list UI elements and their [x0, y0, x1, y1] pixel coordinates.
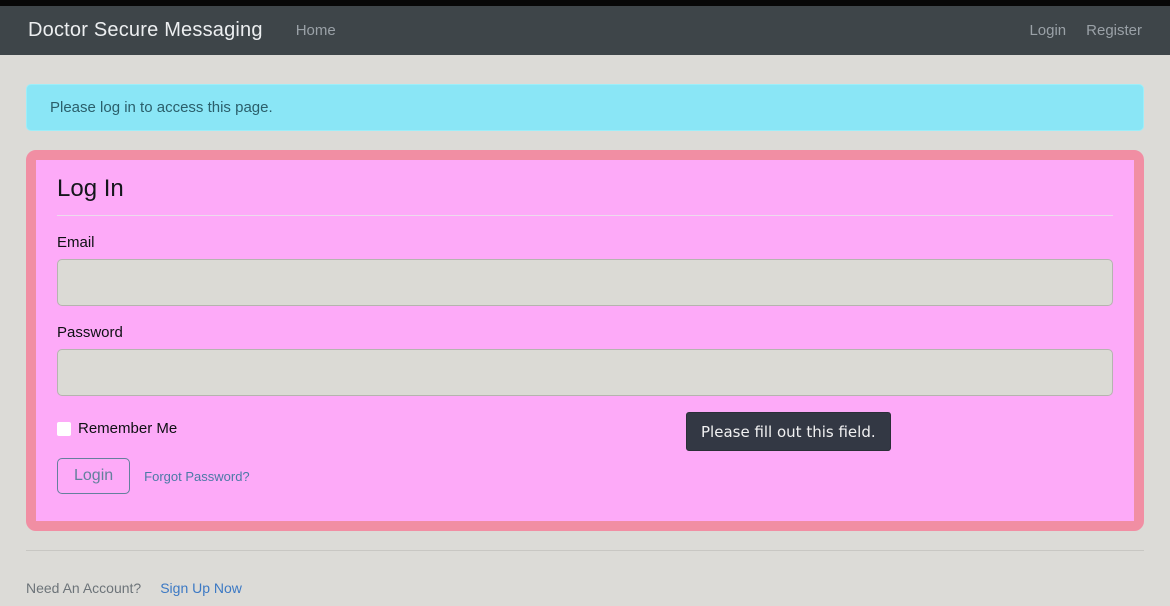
validation-tooltip-text: Please fill out this field. [701, 422, 876, 441]
flash-alert: Please log in to access this page. [26, 84, 1144, 131]
footer-divider [26, 550, 1144, 551]
navbar-left-links: Home [296, 22, 336, 39]
email-field[interactable] [57, 259, 1113, 306]
page: Doctor Secure Messaging Home Login Regis… [0, 0, 1170, 606]
flash-alert-message: Please log in to access this page. [50, 99, 273, 116]
password-group: Password [57, 324, 1113, 396]
need-account-text: Need An Account? [26, 580, 142, 596]
remember-me-group: Remember Me [57, 420, 1113, 437]
footer: Need An Account? Sign Up Now [26, 580, 1144, 596]
login-form-title: Log In [57, 175, 1113, 216]
navbar: Doctor Secure Messaging Home Login Regis… [0, 6, 1170, 55]
navbar-brand[interactable]: Doctor Secure Messaging [28, 19, 263, 42]
login-card: Log In Email Password Remember Me Login … [26, 150, 1144, 531]
password-field[interactable] [57, 349, 1113, 396]
login-button[interactable]: Login [57, 458, 131, 494]
email-label: Email [57, 234, 95, 251]
nav-link-login[interactable]: Login [1029, 22, 1066, 39]
remember-me-checkbox[interactable] [57, 421, 71, 436]
nav-link-home[interactable]: Home [296, 22, 336, 39]
password-label: Password [57, 324, 123, 341]
form-actions: Login Forgot Password? [57, 458, 1113, 494]
email-group: Email [57, 234, 1113, 306]
nav-link-register[interactable]: Register [1086, 22, 1142, 39]
remember-me-label: Remember Me [78, 420, 178, 437]
validation-tooltip: Please fill out this field. [686, 412, 891, 451]
sign-up-now-link[interactable]: Sign Up Now [160, 580, 242, 596]
main-container: Please log in to access this page. Log I… [0, 84, 1170, 596]
forgot-password-link[interactable]: Forgot Password? [144, 469, 250, 484]
navbar-right-links: Login Register [1029, 22, 1142, 39]
